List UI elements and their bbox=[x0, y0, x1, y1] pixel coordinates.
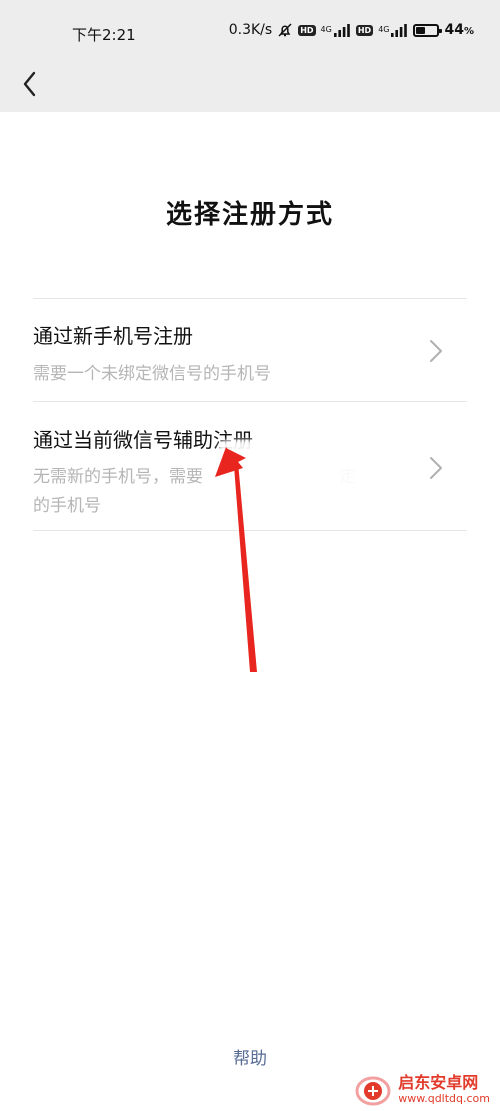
logo-icon bbox=[355, 1076, 391, 1106]
watermark-text: 启东安卓网 www.qdltdq.com bbox=[398, 1072, 490, 1105]
watermark-url: www.qdltdq.com bbox=[398, 1091, 490, 1105]
annotation-arrow bbox=[215, 447, 257, 672]
site-watermark: 启东安卓网 www.qdltdq.com bbox=[354, 1072, 490, 1106]
help-link[interactable]: 帮助 bbox=[0, 1044, 500, 1069]
watermark-name: 启东安卓网 bbox=[398, 1072, 479, 1092]
